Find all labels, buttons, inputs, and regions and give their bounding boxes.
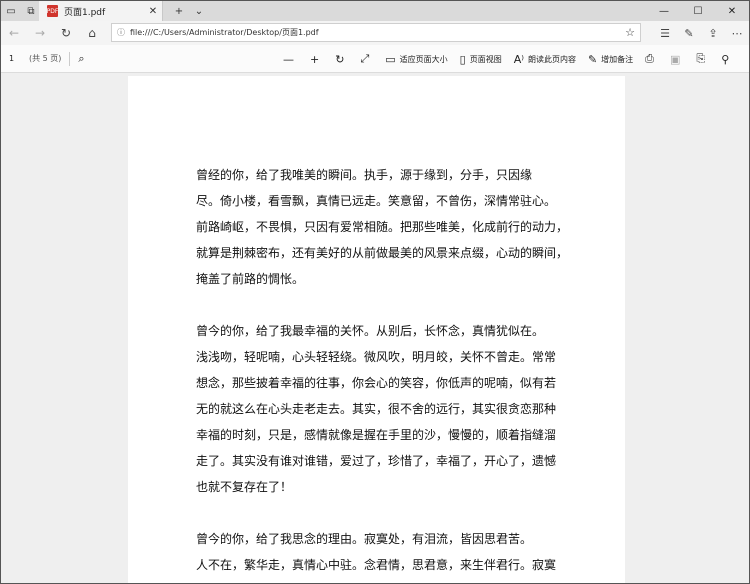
- text-line: 想念，那些披着幸福的往事，你会心的笑容，你低声的呢喃，似有若: [196, 376, 557, 390]
- pin-toolbar-button[interactable]: ⚲: [715, 45, 739, 73]
- new-tab-icon[interactable]: +: [169, 1, 189, 21]
- paragraph-1: 曾经的你，给了我唯美的瞬间。执手，源于缘到，分手，只因缘 尽。倚小楼，看雪飘，真…: [196, 162, 569, 292]
- favorite-star-icon[interactable]: ☆: [620, 26, 640, 39]
- text-line: 前路崎岖，不畏惧，只因有爱常相随。把那些唯美，化成前行的动力，: [196, 220, 569, 234]
- save-as-icon: ⎘: [696, 52, 706, 65]
- pdf-page: 曾经的你，给了我唯美的瞬间。执手，源于缘到，分手，只因缘 尽。倚小楼，看雪飘，真…: [128, 76, 625, 583]
- tabs-aside-icon[interactable]: ⧉: [21, 1, 41, 21]
- print-icon: ⎙: [645, 52, 654, 65]
- page-view-button[interactable]: ▯ 页面视图: [454, 45, 508, 73]
- chevron-down-icon[interactable]: ⌄: [189, 1, 209, 21]
- navigation-bar: ← → ↻ ⌂ ⓘ file:///C:/Users/Administrator…: [1, 21, 749, 45]
- text-line: 曾今的你，给了我最幸福的关怀。从别后，长怀念，真情犹似在。: [196, 324, 545, 338]
- minus-icon: —: [283, 52, 294, 66]
- fit-page-button[interactable]: ▭ 适应页面大小: [379, 45, 453, 73]
- home-icon[interactable]: ⌂: [79, 21, 105, 45]
- text-line: 就算是荆棘密布，还有美好的从前做最美的风景来点缀，心动的瞬间，: [196, 246, 569, 260]
- save-icon: ▣: [669, 52, 681, 66]
- zoom-out-button[interactable]: —: [277, 45, 304, 73]
- save-as-button[interactable]: ⎘: [690, 45, 715, 73]
- refresh-icon[interactable]: ↻: [53, 21, 79, 45]
- text-line: 幸福的时刻，只是，感情就像是握在手里的沙，慢慢的，顺着指缝溜: [196, 428, 557, 442]
- page-view-label: 页面视图: [469, 54, 502, 64]
- title-bar: ▭ ⧉ PDF 页面1.pdf ✕ + ⌄ — ☐ ✕: [1, 1, 749, 21]
- tab-title: 页面1.pdf: [64, 7, 106, 18]
- toolbar-divider: [69, 51, 71, 66]
- text-line: 也就不复存在了！: [196, 480, 293, 494]
- fit-page-label: 适应页面大小: [399, 54, 448, 64]
- address-url[interactable]: file:///C:/Users/Administrator/Desktop/页…: [130, 27, 620, 38]
- text-line: 曾经的你，给了我唯美的瞬间。执手，源于缘到，分手，只因缘: [196, 168, 533, 182]
- pin-icon: ⚲: [721, 52, 730, 66]
- more-menu-icon[interactable]: ⋯: [725, 21, 749, 45]
- tab-close-icon[interactable]: ✕: [144, 6, 162, 17]
- search-icon[interactable]: ⌕: [78, 52, 84, 66]
- page-total-label: (共 5 页): [29, 54, 62, 63]
- print-button[interactable]: ⎙: [639, 45, 664, 73]
- share-icon[interactable]: ⇪: [701, 21, 725, 45]
- back-arrow-icon[interactable]: ←: [1, 21, 27, 45]
- paragraph-2: 曾今的你，给了我最幸福的关怀。从别后，长怀念，真情犹似在。 浅浅吻，轻呢喃，心头…: [196, 318, 566, 500]
- read-aloud-icon: A⁾: [513, 52, 524, 66]
- save-button[interactable]: ▣: [664, 45, 690, 73]
- maximize-button[interactable]: ☐: [681, 1, 715, 21]
- rotate-button[interactable]: ↻: [329, 45, 354, 73]
- plus-icon: +: [310, 52, 320, 66]
- text-line: 走了。其实没有谁对谁错，爱过了，珍惜了，幸福了，开心了，遗憾: [196, 454, 557, 468]
- add-notes-label: 增加备注: [601, 54, 634, 64]
- text-line: 无的就这么在心头走老走去。其实，很不舍的远行，其实很贪恋那种: [196, 402, 557, 416]
- close-window-button[interactable]: ✕: [715, 1, 749, 21]
- paragraph-3: 曾今的你，给了我思念的理由。寂寞处，有泪流，皆因思君苦。 人不在，繁华走，真情心…: [196, 526, 566, 578]
- page-view-icon: ▯: [459, 52, 466, 66]
- rotate-icon: ↻: [335, 52, 345, 66]
- tab-preview-icon[interactable]: ▭: [1, 1, 21, 21]
- page-number-input[interactable]: 1: [9, 54, 21, 63]
- text-line: 曾今的你，给了我思念的理由。寂寞处，有泪流，皆因思君苦。: [196, 532, 533, 546]
- text-line: 尽。倚小楼，看雪飘，真情已远走。笑意留，不曾伤，深情常驻心。: [196, 194, 557, 208]
- pdf-viewer[interactable]: 曾经的你，给了我唯美的瞬间。执手，源于缘到，分手，只因缘 尽。倚小楼，看雪飘，真…: [1, 73, 749, 583]
- fit-page-icon: ▭: [385, 52, 396, 66]
- info-icon[interactable]: ⓘ: [112, 27, 130, 38]
- browser-tab[interactable]: PDF 页面1.pdf ✕: [39, 1, 163, 21]
- fullscreen-button[interactable]: ⤢: [354, 45, 379, 73]
- zoom-in-button[interactable]: +: [304, 45, 329, 73]
- read-aloud-label: 朗读此页内容: [527, 54, 576, 64]
- text-line: 人不在，繁华走，真情心中驻。念君情，思君意，来生伴君行。寂寞: [196, 558, 557, 572]
- pdf-toolbar: 1 (共 5 页) ⌕ — + ↻ ⤢ ▭ 适应页面大小 ▯ 页面视图 A⁾ 朗…: [1, 45, 749, 73]
- pen-notes-icon[interactable]: ✎: [677, 21, 701, 45]
- forward-arrow-icon[interactable]: →: [27, 21, 53, 45]
- address-bar[interactable]: ⓘ file:///C:/Users/Administrator/Desktop…: [111, 23, 641, 42]
- minimize-button[interactable]: —: [647, 1, 681, 21]
- add-notes-button[interactable]: ✎ 增加备注: [582, 45, 639, 73]
- text-line: 掩盖了前路的惆怅。: [196, 272, 305, 286]
- expand-icon: ⤢: [360, 52, 370, 65]
- pdf-file-icon: PDF: [47, 5, 58, 17]
- read-aloud-button[interactable]: A⁾ 朗读此页内容: [508, 45, 582, 73]
- pen-icon: ✎: [587, 52, 598, 66]
- favorites-list-icon[interactable]: ☰: [653, 21, 677, 45]
- text-line: 浅浅吻，轻呢喃，心头轻轻绕。微风吹，明月皎，关怀不曾走。常常: [196, 350, 557, 364]
